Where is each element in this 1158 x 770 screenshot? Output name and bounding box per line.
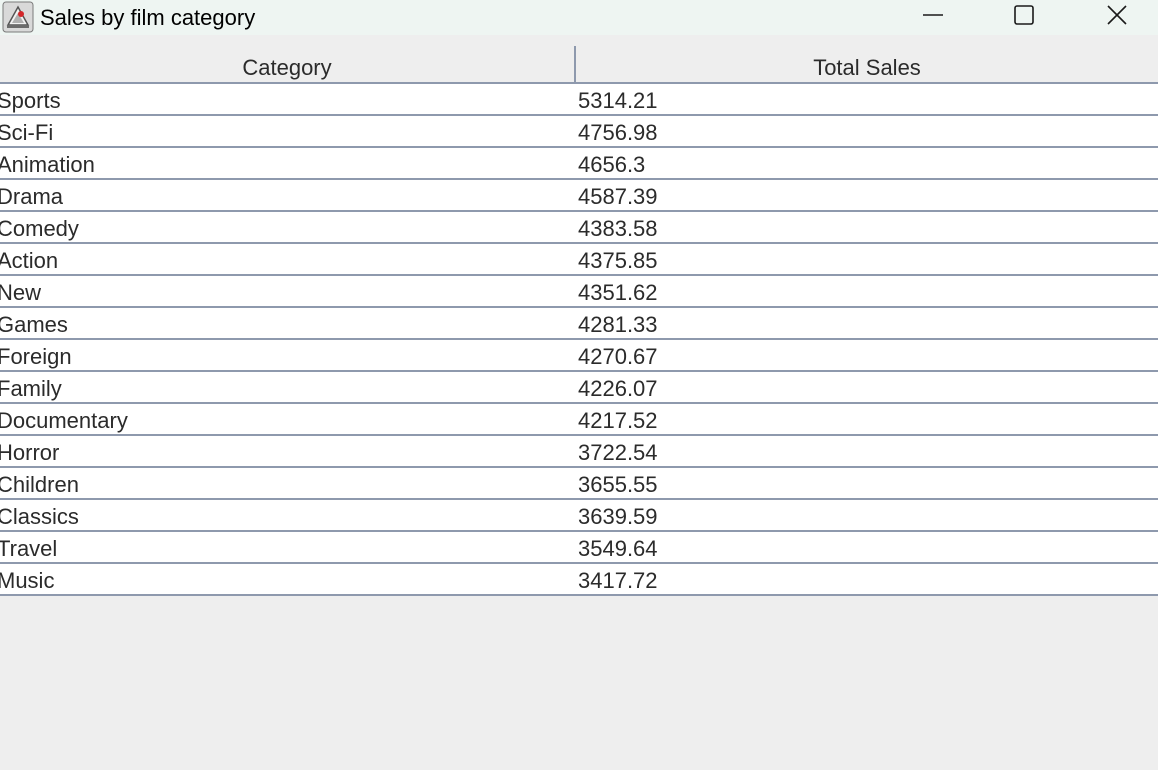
table-header: Category Total Sales	[0, 46, 1158, 84]
cell-category[interactable]: Travel	[0, 532, 573, 562]
minimize-button[interactable]	[910, 0, 956, 35]
cell-total-sales[interactable]: 4217.52	[578, 404, 1156, 434]
table-row[interactable]: Drama 4587.39	[0, 180, 1158, 212]
table-row[interactable]: Family 4226.07	[0, 372, 1158, 404]
cell-category[interactable]: Sci-Fi	[0, 116, 573, 146]
cell-total-sales[interactable]: 4587.39	[578, 180, 1156, 210]
sales-table[interactable]: Category Total Sales Sports 5314.21 Sci-Fi…	[0, 46, 1158, 596]
minimize-icon	[922, 4, 944, 31]
table-row[interactable]: Classics 3639.59	[0, 500, 1158, 532]
cell-category[interactable]: Horror	[0, 436, 573, 466]
app-window: Sales by film category Category Total Sa…	[0, 0, 1158, 770]
cell-category[interactable]: Family	[0, 372, 573, 402]
cell-total-sales[interactable]: 3655.55	[578, 468, 1156, 498]
cell-total-sales[interactable]: 3722.54	[578, 436, 1156, 466]
cell-total-sales[interactable]: 4270.67	[578, 340, 1156, 370]
window-title: Sales by film category	[40, 5, 256, 30]
table-row[interactable]: Sports 5314.21	[0, 84, 1158, 116]
table-row[interactable]: Documentary 4217.52	[0, 404, 1158, 436]
cell-category[interactable]: Classics	[0, 500, 573, 530]
table-row[interactable]: Comedy 4383.58	[0, 212, 1158, 244]
column-header-category[interactable]: Category	[0, 46, 576, 82]
table-row[interactable]: Foreign 4270.67	[0, 340, 1158, 372]
table-row[interactable]: Sci-Fi 4756.98	[0, 116, 1158, 148]
table-row[interactable]: Music 3417.72	[0, 564, 1158, 596]
close-icon	[1105, 3, 1129, 32]
maximize-icon	[1013, 4, 1035, 31]
cell-category[interactable]: Children	[0, 468, 573, 498]
cell-total-sales[interactable]: 4383.58	[578, 212, 1156, 242]
cell-total-sales[interactable]: 3417.72	[578, 564, 1156, 594]
close-button[interactable]	[1094, 0, 1140, 35]
cell-category[interactable]: Animation	[0, 148, 573, 178]
cell-total-sales[interactable]: 4375.85	[578, 244, 1156, 274]
cell-category[interactable]: Foreign	[0, 340, 573, 370]
cell-total-sales[interactable]: 4351.62	[578, 276, 1156, 306]
title-bar[interactable]: Sales by film category	[0, 0, 1158, 35]
table-row[interactable]: Children 3655.55	[0, 468, 1158, 500]
cell-category[interactable]: Music	[0, 564, 573, 594]
cell-total-sales[interactable]: 3639.59	[578, 500, 1156, 530]
cell-total-sales[interactable]: 5314.21	[578, 84, 1156, 114]
cell-total-sales[interactable]: 4226.07	[578, 372, 1156, 402]
cell-total-sales[interactable]: 4656.3	[578, 148, 1156, 178]
table-row[interactable]: New 4351.62	[0, 276, 1158, 308]
cell-category[interactable]: Sports	[0, 84, 573, 114]
cell-category[interactable]: Games	[0, 308, 573, 338]
cell-category[interactable]: Action	[0, 244, 573, 274]
cell-total-sales[interactable]: 4756.98	[578, 116, 1156, 146]
cell-category[interactable]: Documentary	[0, 404, 573, 434]
cell-total-sales[interactable]: 3549.64	[578, 532, 1156, 562]
table-body: Sports 5314.21 Sci-Fi 4756.98 Animation 4656.…	[0, 84, 1158, 596]
cell-category[interactable]: Comedy	[0, 212, 573, 242]
table-row[interactable]: Horror 3722.54	[0, 436, 1158, 468]
table-row[interactable]: Action 4375.85	[0, 244, 1158, 276]
maximize-button[interactable]	[1001, 0, 1047, 35]
table-row[interactable]: Games 4281.33	[0, 308, 1158, 340]
cell-total-sales[interactable]: 4281.33	[578, 308, 1156, 338]
column-header-total-sales[interactable]: Total Sales	[576, 46, 1158, 82]
cell-category[interactable]: Drama	[0, 180, 573, 210]
table-row[interactable]: Animation 4656.3	[0, 148, 1158, 180]
table-row[interactable]: Travel 3549.64	[0, 532, 1158, 564]
cell-category[interactable]: New	[0, 276, 573, 306]
java-app-icon	[2, 1, 34, 33]
